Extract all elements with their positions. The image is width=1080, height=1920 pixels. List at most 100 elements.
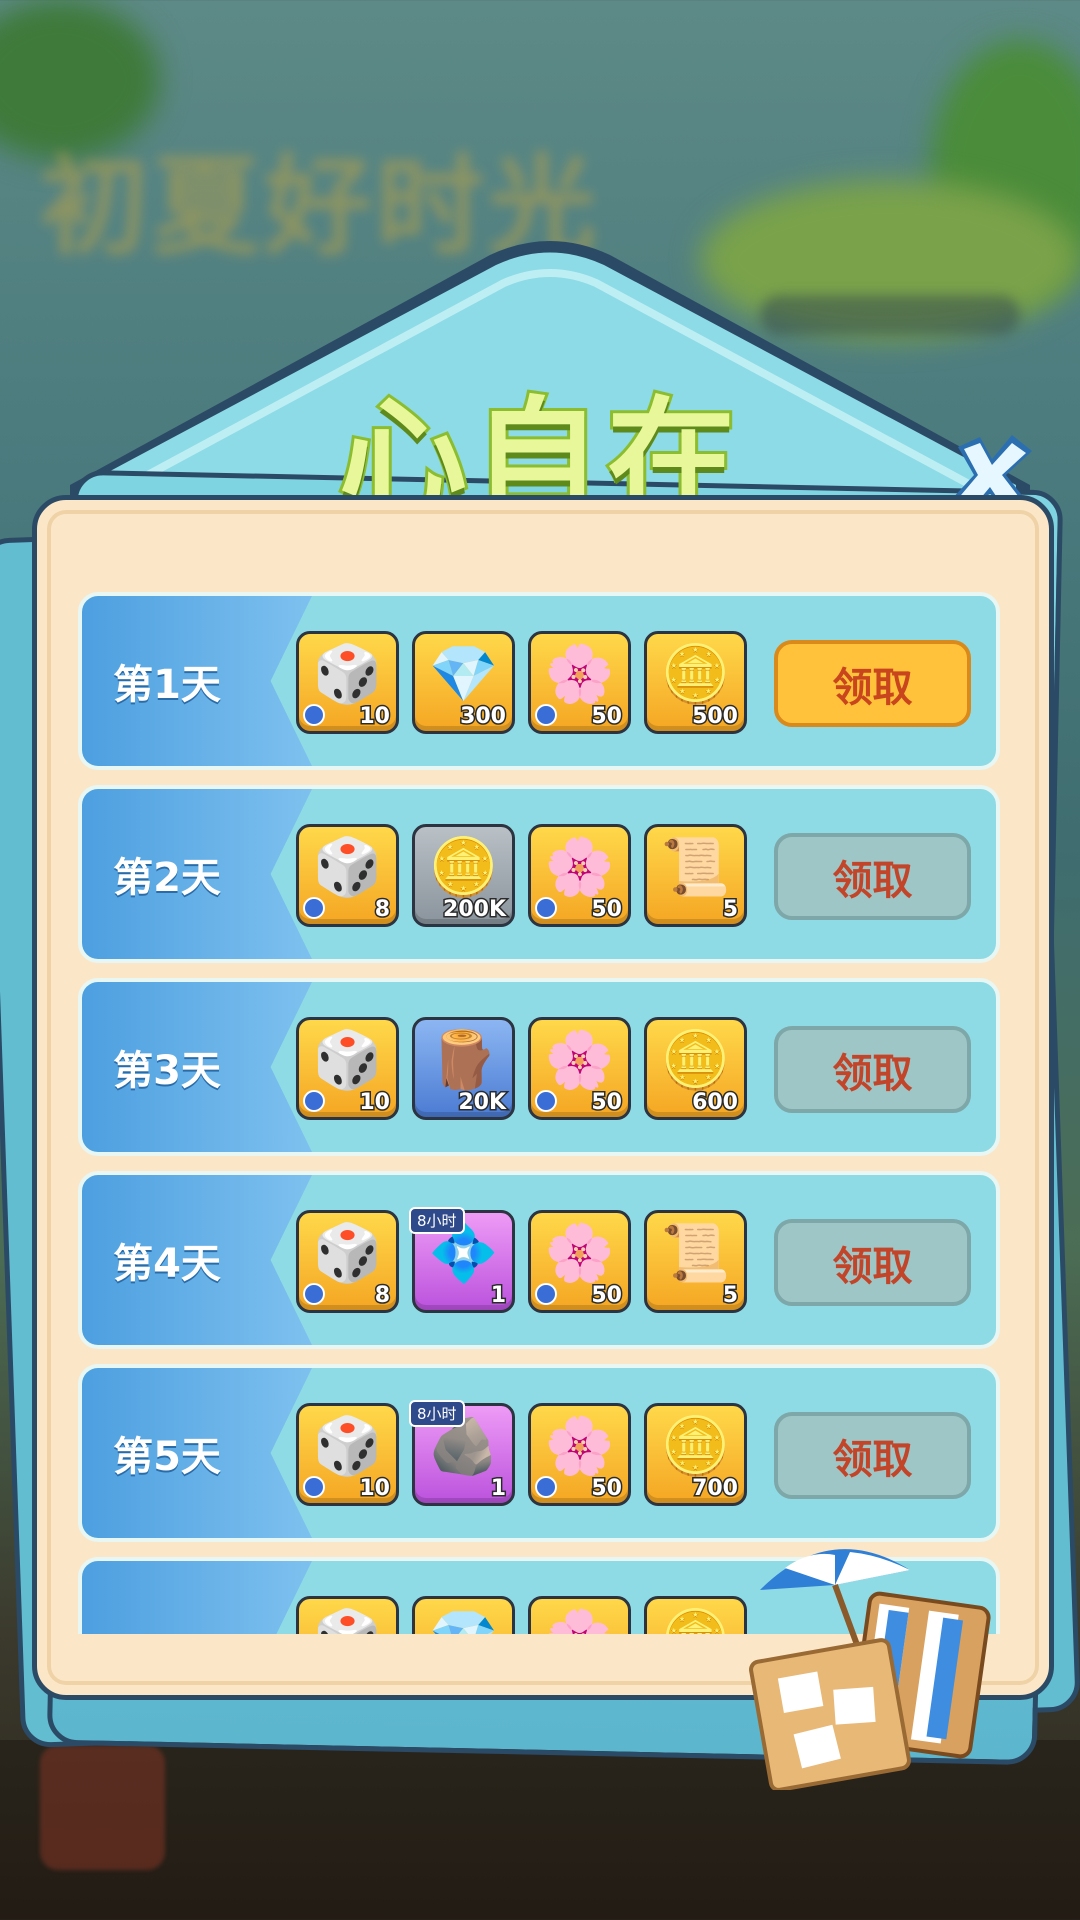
reward-item[interactable]: 💠 8小时 1 bbox=[409, 1207, 515, 1313]
reward-item[interactable]: 🎲 10 bbox=[296, 1017, 399, 1120]
reward-item[interactable]: 🌸 50 bbox=[528, 1210, 631, 1313]
day-label: 第5天 bbox=[113, 1434, 221, 1480]
duration-tag: 8小时 bbox=[409, 1400, 465, 1427]
reward-item[interactable]: 🌸 bbox=[528, 1596, 631, 1634]
reward-quantity: 300 bbox=[459, 703, 508, 731]
lotus-coin-icon: 🪙 bbox=[660, 1414, 731, 1479]
reward-quantity: 200K bbox=[442, 896, 508, 924]
reward-item[interactable]: 🪙 bbox=[644, 1596, 747, 1634]
reward-quantity: 500 bbox=[691, 703, 740, 731]
blossom-icon: 🌸 bbox=[544, 1221, 615, 1286]
reward-quantity: 1 bbox=[489, 1282, 507, 1310]
duration-tag: 8小时 bbox=[409, 1207, 465, 1234]
reward-items: 🎲 8 🪙 200K 🌸 50 📜 5 bbox=[296, 824, 747, 927]
reward-quantity: 50 bbox=[590, 1282, 624, 1310]
lotus-coin-icon: 🪙 bbox=[660, 642, 731, 707]
reward-items: 🎲 10 🪵 20K 🌸 50 🪙 600 bbox=[296, 1017, 747, 1120]
dice-icon: 🎲 bbox=[299, 1605, 396, 1634]
reward-items: 🎲 8 💠 8小时 1 🌸 50 📜 5 bbox=[296, 1207, 747, 1313]
reward-quantity: 700 bbox=[691, 1475, 740, 1503]
reward-item[interactable]: 🎲 8 bbox=[296, 824, 399, 927]
blossom-icon: 🌸 bbox=[531, 1605, 628, 1634]
clock-icon bbox=[535, 704, 557, 726]
reward-item[interactable]: 🪙 500 bbox=[644, 631, 747, 734]
wood-icon: 🪵 bbox=[428, 1028, 499, 1093]
reward-quantity: 10 bbox=[358, 1089, 392, 1117]
reward-list[interactable]: 第1天 🎲 10 💎 300 🌸 50 🪙 500 领取 第2天 🎲 8 🪙 200K 🌸 50 📜 5 领取 第3天 🎲… bbox=[78, 592, 1000, 1634]
lotus-coin-icon: 🪙 bbox=[660, 1028, 731, 1093]
dice-icon: 🎲 bbox=[312, 642, 383, 707]
gem-icon: 💎 bbox=[428, 642, 499, 707]
reward-quantity: 1 bbox=[489, 1475, 507, 1503]
reward-row: 第4天 🎲 8 💠 8小时 1 🌸 50 📜 5 领取 bbox=[78, 1171, 1000, 1349]
beach-chair-decoration bbox=[740, 1530, 1040, 1792]
reward-item[interactable]: 📜 5 bbox=[644, 824, 747, 927]
reward-item[interactable]: 🪵 20K bbox=[412, 1017, 515, 1120]
reward-row: 第1天 🎲 10 💎 300 🌸 50 🪙 500 领取 bbox=[78, 592, 1000, 770]
back-arrow-icon[interactable] bbox=[40, 1745, 165, 1870]
clock-icon bbox=[535, 1090, 557, 1112]
reward-quantity: 10 bbox=[358, 1475, 392, 1503]
reward-item[interactable]: 💎 bbox=[412, 1596, 515, 1634]
reward-quantity: 10 bbox=[358, 703, 392, 731]
day-label: 第4天 bbox=[113, 1241, 221, 1287]
reward-items: 🎲 10 💎 300 🌸 50 🪙 500 bbox=[296, 631, 747, 734]
clock-icon bbox=[303, 1090, 325, 1112]
reward-quantity: 50 bbox=[590, 1475, 624, 1503]
blossom-icon: 🌸 bbox=[544, 1414, 615, 1479]
reward-row: 第5天 🎲 10 🪨 8小时 1 🌸 50 🪙 700 领取 bbox=[78, 1364, 1000, 1542]
reward-item[interactable]: 📜 5 bbox=[644, 1210, 747, 1313]
reward-items: 🎲 💎 🌸 🪙 bbox=[296, 1596, 747, 1634]
clock-icon bbox=[303, 1283, 325, 1305]
reward-item[interactable]: 🎲 10 bbox=[296, 631, 399, 734]
clock-icon bbox=[303, 897, 325, 919]
reward-quantity: 20K bbox=[457, 1089, 508, 1117]
blossom-icon: 🌸 bbox=[544, 835, 615, 900]
clock-icon bbox=[303, 1476, 325, 1498]
reward-item[interactable]: 🪙 200K bbox=[412, 824, 515, 927]
gem-icon: 💎 bbox=[415, 1605, 512, 1634]
dice-icon: 🎲 bbox=[312, 835, 383, 900]
reward-item[interactable]: 💎 300 bbox=[412, 631, 515, 734]
claim-button[interactable]: 领取 bbox=[774, 1026, 971, 1113]
dice-icon: 🎲 bbox=[312, 1028, 383, 1093]
reward-items: 🎲 10 🪨 8小时 1 🌸 50 🪙 700 bbox=[296, 1400, 747, 1506]
clock-icon bbox=[535, 897, 557, 919]
reward-item[interactable]: 🌸 50 bbox=[528, 1017, 631, 1120]
coin-icon: 🪙 bbox=[428, 835, 499, 900]
clock-icon bbox=[535, 1476, 557, 1498]
reward-row: 第2天 🎲 8 🪙 200K 🌸 50 📜 5 领取 bbox=[78, 785, 1000, 963]
reward-quantity: 5 bbox=[721, 1282, 739, 1310]
day-label: 第1天 bbox=[113, 662, 221, 708]
claim-button[interactable]: 领取 bbox=[774, 640, 971, 727]
dice-icon: 🎲 bbox=[312, 1221, 383, 1286]
reward-quantity: 600 bbox=[691, 1089, 740, 1117]
blossom-icon: 🌸 bbox=[544, 642, 615, 707]
claim-button[interactable]: 领取 bbox=[774, 1412, 971, 1499]
blossom-icon: 🌸 bbox=[544, 1028, 615, 1093]
reward-quantity: 50 bbox=[590, 703, 624, 731]
claim-button[interactable]: 领取 bbox=[774, 833, 971, 920]
scroll-icon: 📜 bbox=[660, 1221, 731, 1286]
reward-item[interactable]: 🪙 700 bbox=[644, 1403, 747, 1506]
reward-item[interactable]: 🎲 bbox=[296, 1596, 399, 1634]
day-label bbox=[82, 1561, 252, 1634]
lotus-coin-icon: 🪙 bbox=[647, 1605, 744, 1634]
day-label: 第3天 bbox=[113, 1048, 221, 1094]
reward-item[interactable]: 🪨 8小时 1 bbox=[409, 1400, 515, 1506]
scroll-icon: 📜 bbox=[660, 835, 731, 900]
reward-item[interactable]: 🌸 50 bbox=[528, 631, 631, 734]
day-label: 第2天 bbox=[113, 855, 221, 901]
claim-button[interactable]: 领取 bbox=[774, 1219, 971, 1306]
reward-row: 第3天 🎲 10 🪵 20K 🌸 50 🪙 600 领取 bbox=[78, 978, 1000, 1156]
reward-quantity: 8 bbox=[373, 1282, 391, 1310]
reward-quantity: 50 bbox=[590, 896, 624, 924]
reward-quantity: 50 bbox=[590, 1089, 624, 1117]
reward-item[interactable]: 🪙 600 bbox=[644, 1017, 747, 1120]
reward-item[interactable]: 🌸 50 bbox=[528, 1403, 631, 1506]
reward-item[interactable]: 🌸 50 bbox=[528, 824, 631, 927]
clock-icon bbox=[535, 1283, 557, 1305]
reward-item[interactable]: 🎲 8 bbox=[296, 1210, 399, 1313]
reward-item[interactable]: 🎲 10 bbox=[296, 1403, 399, 1506]
dice-icon: 🎲 bbox=[312, 1414, 383, 1479]
